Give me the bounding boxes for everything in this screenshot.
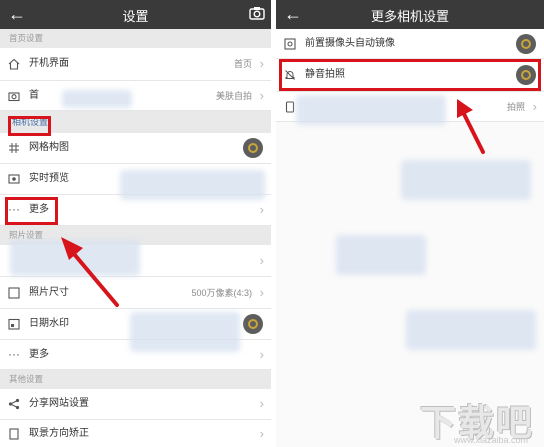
rotate-icon	[9, 427, 19, 440]
share-sites-row[interactable]: 分享网站设置 ›	[0, 389, 271, 420]
red-arrow-icon	[457, 99, 485, 154]
grid-toggle[interactable]	[243, 138, 263, 158]
chevron-right-icon: ›	[259, 284, 264, 300]
more-camera-settings-panel: ← 更多相机设置 前置摄像头自动镜像 静音拍照 拍照 › 下载吧 www.xia…	[276, 0, 544, 447]
red-arrow-icon	[61, 237, 119, 307]
watermark-url: www.xiazaiba.com	[453, 435, 528, 445]
mirror-label: 前置摄像头自动镜像	[305, 37, 395, 49]
chevron-right-icon: ›	[259, 252, 264, 268]
chevron-right-icon: ›	[259, 425, 264, 441]
home-entry-value: 美肤自拍	[215, 90, 252, 101]
grid-row[interactable]: 网格构图	[0, 133, 271, 164]
chevron-right-icon: ›	[259, 87, 264, 103]
ellipsis-icon: ···	[8, 346, 20, 361]
photo-size-value: 500万像素(4:3)	[191, 287, 252, 298]
grid-icon	[9, 143, 19, 153]
live-preview-label: 实时预览	[29, 173, 69, 184]
checkbox-icon	[8, 286, 20, 299]
blur-overlay	[62, 90, 132, 108]
open-screen-row[interactable]: 开机界面 首页 ›	[0, 48, 271, 81]
camera-icon[interactable]	[249, 6, 265, 20]
orientation-row[interactable]: 取景方向矫正 ›	[0, 420, 271, 447]
blur-overlay	[406, 310, 536, 350]
chevron-right-icon: ›	[259, 396, 264, 411]
section-header-other: 其他设置	[0, 370, 271, 389]
blur-overlay	[401, 160, 531, 200]
front-camera-mirror-row[interactable]: 前置摄像头自动镜像	[276, 29, 544, 59]
preview-icon	[8, 174, 20, 184]
highlight-box-camera-settings	[8, 116, 51, 136]
home-entry-row[interactable]: 首 美肤自拍 ›	[0, 81, 271, 111]
camera-small-icon	[8, 91, 20, 101]
more-settings-titlebar: ← 更多相机设置	[276, 0, 544, 29]
chevron-right-icon: ›	[259, 56, 264, 71]
page-title: 更多相机设置	[370, 9, 449, 24]
home-entry-label: 首	[29, 89, 39, 101]
photo-size-row[interactable]: 照片尺寸 500万像素(4:3) ›	[0, 277, 271, 309]
settings-titlebar: ← 设置	[0, 0, 271, 29]
settings-panel: ← 设置 首页设置 开机界面 首页 › 首 美肤自拍 › 相机设置 网格构图 实…	[0, 0, 271, 447]
blur-overlay	[130, 312, 240, 352]
highlight-box-silent	[279, 59, 541, 91]
chevron-right-icon: ›	[532, 98, 537, 114]
more2-label: 更多	[29, 348, 49, 360]
section-header-home: 首页设置	[0, 29, 271, 48]
open-screen-value: 首页	[233, 59, 252, 69]
orientation-label: 取景方向矫正	[29, 427, 89, 439]
page-title: 设置	[122, 9, 149, 24]
share-sites-label: 分享网站设置	[29, 398, 89, 409]
share-icon	[8, 398, 20, 410]
calendar-icon	[8, 318, 20, 330]
mirror-toggle[interactable]	[516, 33, 536, 54]
chevron-right-icon: ›	[259, 346, 264, 362]
blur-overlay	[120, 170, 265, 200]
open-screen-label: 开机界面	[29, 58, 69, 69]
date-watermark-toggle[interactable]	[243, 314, 263, 334]
chevron-right-icon: ›	[259, 202, 264, 217]
phone-icon	[285, 100, 295, 113]
blur-overlay	[296, 95, 446, 125]
grid-label: 网格构图	[29, 142, 69, 153]
blur-overlay	[336, 235, 426, 275]
date-watermark-label: 日期水印	[29, 318, 69, 329]
highlight-box-more	[5, 197, 58, 225]
mirror-camera-icon	[284, 37, 296, 50]
home-icon	[8, 58, 20, 70]
shutter-value: 拍照	[506, 101, 525, 112]
